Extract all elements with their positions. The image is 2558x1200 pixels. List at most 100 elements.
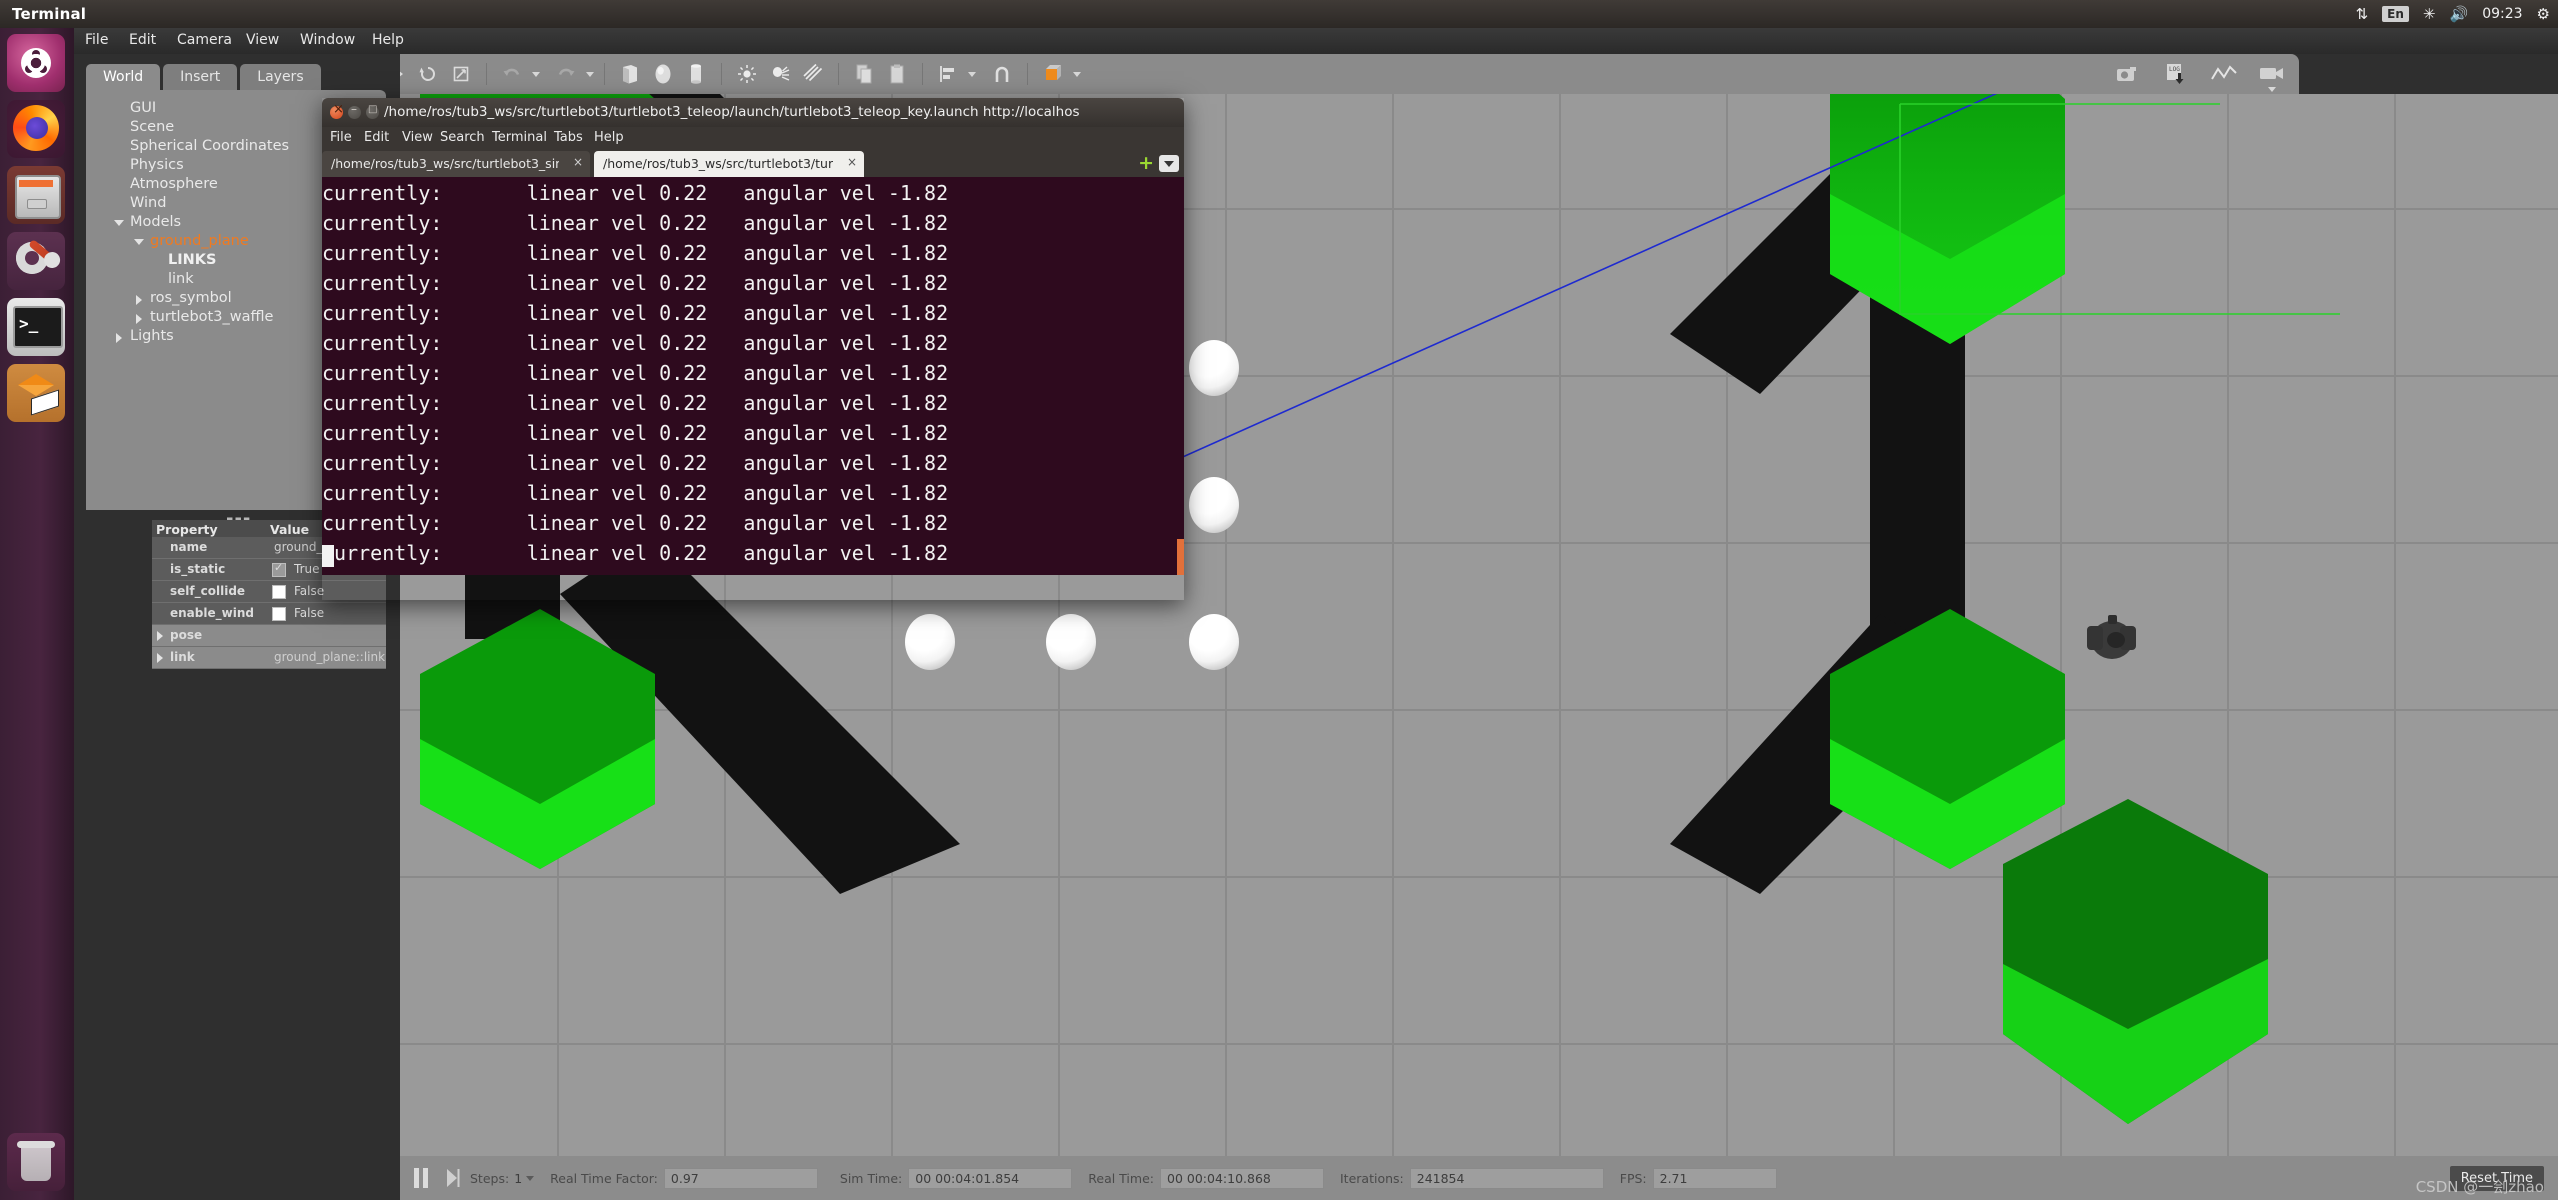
chevron-right-icon[interactable] [157, 631, 163, 641]
menu-window[interactable]: Window [300, 32, 355, 48]
snap-icon[interactable] [987, 59, 1017, 89]
tree-item-spherical-coordinates[interactable]: Spherical Coordinates [130, 138, 289, 154]
tree-item-ros-symbol[interactable]: ros_symbol [150, 290, 232, 306]
redo-icon[interactable] [551, 59, 581, 89]
insert-cylinder-icon[interactable] [681, 59, 711, 89]
trash-icon[interactable] [7, 1133, 65, 1191]
property-row-link[interactable]: link ground_plane::link [152, 647, 386, 669]
terminal-tab-teleop[interactable]: /home/ros/tub3_ws/src/turtlebot3/turtleb… [594, 151, 864, 177]
paste-icon[interactable] [882, 59, 912, 89]
terminal-menu-view[interactable]: View [402, 130, 433, 145]
menu-view[interactable]: View [246, 32, 279, 48]
property-row-pose[interactable]: pose [152, 625, 386, 647]
clock[interactable]: 09:23 [2482, 6, 2522, 22]
chevron-right-icon[interactable] [136, 295, 142, 305]
gazebo-icon[interactable] [7, 364, 65, 422]
terminal-line: currently: linear vel 0.22 angular vel -… [322, 451, 948, 475]
tree-item-models[interactable]: Models [130, 214, 181, 230]
menu-camera[interactable]: Camera [177, 32, 232, 48]
directional-light-icon[interactable] [798, 59, 828, 89]
network-updown-icon[interactable]: ⇅ [2356, 7, 2369, 22]
terminal-line: currently: linear vel 0.22 angular vel -… [322, 541, 948, 565]
screenshot-icon[interactable] [2113, 59, 2143, 89]
tree-item-ground-plane[interactable]: ground_plane [150, 233, 249, 249]
chevron-down-icon[interactable] [134, 239, 144, 245]
self-collide-checkbox[interactable] [272, 585, 286, 599]
terminal-output[interactable]: currently: linear vel 0.22 angular vel -… [322, 177, 1184, 575]
tree-item-wind[interactable]: Wind [130, 195, 166, 211]
record-video-icon[interactable] [2257, 59, 2287, 89]
tree-item-turtlebot3-waffle[interactable]: turtlebot3_waffle [150, 309, 273, 325]
close-icon[interactable] [330, 106, 343, 119]
maximize-icon[interactable] [366, 106, 379, 119]
firefox-icon[interactable] [7, 100, 65, 158]
plus-icon[interactable]: + [1138, 154, 1154, 173]
view-angle-icon[interactable] [1038, 59, 1068, 89]
rotate-mode-icon[interactable] [413, 59, 443, 89]
terminal-menu-tabs[interactable]: Tabs [554, 130, 583, 145]
undo-dropdown-icon[interactable] [532, 72, 540, 77]
chevron-down-icon[interactable] [1159, 155, 1179, 172]
menu-help[interactable]: Help [372, 32, 404, 48]
redo-dropdown-icon[interactable] [586, 72, 594, 77]
chevron-right-icon[interactable] [157, 653, 163, 663]
record-video-dropdown-icon[interactable] [2268, 87, 2276, 92]
tab-insert[interactable]: Insert [163, 64, 237, 91]
tree-item-physics[interactable]: Physics [130, 157, 184, 173]
step-forward-icon[interactable] [446, 1168, 460, 1188]
terminal-icon[interactable]: >_ [7, 298, 65, 356]
tab-world[interactable]: World [86, 64, 160, 91]
keyboard-layout-indicator[interactable]: En [2382, 6, 2409, 22]
copy-icon[interactable] [849, 59, 879, 89]
spot-light-icon[interactable] [765, 59, 795, 89]
terminal-titlebar[interactable]: /home/ros/tub3_ws/src/turtlebot3/turtleb… [322, 98, 1184, 127]
tree-item-link[interactable]: link [168, 271, 194, 287]
minimize-icon[interactable] [348, 106, 361, 119]
chevron-down-icon[interactable] [114, 220, 124, 226]
tree-item-scene[interactable]: Scene [130, 119, 174, 135]
point-light-icon[interactable] [732, 59, 762, 89]
volume-icon[interactable]: 🔊 [2450, 7, 2469, 22]
menu-file[interactable]: File [85, 32, 108, 48]
bluetooth-icon[interactable]: ✳ [2423, 7, 2436, 22]
plot-icon[interactable] [2209, 59, 2239, 89]
system-tray: ⇅ En ✳ 🔊 09:23 ⚙ [2356, 0, 2550, 28]
terminal-menu-help[interactable]: Help [594, 130, 624, 145]
steps-dropdown-icon[interactable] [526, 1176, 534, 1181]
menu-edit[interactable]: Edit [129, 32, 156, 48]
terminal-menu-terminal[interactable]: Terminal [492, 130, 547, 145]
terminal-menu-search[interactable]: Search [440, 130, 485, 145]
terminal-menu-file[interactable]: File [330, 130, 352, 145]
scale-mode-icon[interactable] [446, 59, 476, 89]
terminal-scrollbar[interactable] [1177, 539, 1184, 575]
tab-layers[interactable]: Layers [240, 64, 320, 91]
terminal-menu-edit[interactable]: Edit [364, 130, 389, 145]
pause-icon[interactable] [414, 1168, 432, 1188]
chevron-right-icon[interactable] [136, 314, 142, 324]
close-icon[interactable]: × [573, 155, 583, 169]
tree-item-lights[interactable]: Lights [130, 328, 174, 344]
is-static-checkbox[interactable] [272, 563, 286, 577]
insert-sphere-icon[interactable] [648, 59, 678, 89]
turtlebot3-robot[interactable] [2082, 612, 2142, 666]
tree-item-atmosphere[interactable]: Atmosphere [130, 176, 218, 192]
insert-box-icon[interactable] [615, 59, 645, 89]
undo-icon[interactable] [497, 59, 527, 89]
chevron-right-icon[interactable] [116, 333, 122, 343]
close-icon[interactable]: × [847, 155, 857, 169]
view-angle-dropdown-icon[interactable] [1073, 72, 1081, 77]
ubuntu-dash-icon[interactable] [7, 34, 65, 92]
terminal-tab-label: /home/ros/tub3_ws/src/turtlebot3_simulat… [331, 156, 559, 171]
log-data-icon[interactable]: LOG [2161, 59, 2191, 89]
terminal-window: /home/ros/tub3_ws/src/turtlebot3/turtleb… [322, 98, 1184, 600]
enable-wind-checkbox[interactable] [272, 607, 286, 621]
settings-icon[interactable] [7, 232, 65, 290]
property-row-enable-wind[interactable]: enable_wind False [152, 603, 386, 625]
gear-icon[interactable]: ⚙ [2537, 7, 2550, 22]
align-icon[interactable] [933, 59, 963, 89]
tree-item-gui[interactable]: GUI [130, 100, 156, 116]
align-dropdown-icon[interactable] [968, 72, 976, 77]
steps-value[interactable]: 1 [514, 1171, 522, 1186]
terminal-tab-simulations[interactable]: /home/ros/tub3_ws/src/turtlebot3_simulat… [322, 151, 590, 177]
files-icon[interactable] [7, 166, 65, 224]
